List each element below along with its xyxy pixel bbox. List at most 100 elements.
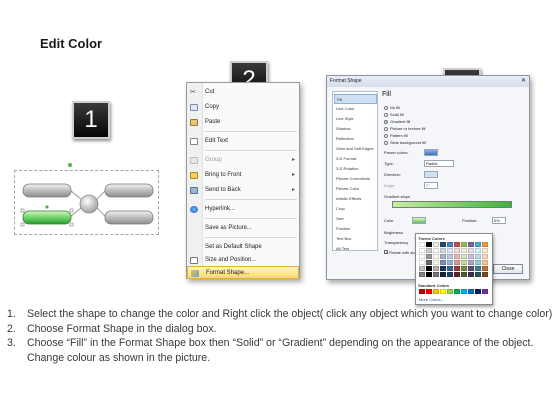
selection-handle-dot[interactable] — [68, 163, 72, 167]
category-alt-text[interactable]: Alt Text — [334, 244, 377, 254]
category-shadow[interactable]: Shadow — [334, 124, 377, 134]
option-no-fill[interactable]: No fill — [384, 105, 400, 111]
color-swatch[interactable] — [433, 266, 439, 271]
category-fill[interactable]: Fill — [334, 94, 377, 104]
menu-item-format-shape[interactable]: Format Shape... — [187, 266, 299, 279]
color-swatch[interactable] — [475, 272, 481, 277]
color-swatch[interactable] — [475, 289, 481, 294]
color-swatch[interactable] — [426, 289, 432, 294]
color-swatch[interactable] — [475, 254, 481, 259]
direction-dropdown[interactable] — [424, 171, 438, 178]
color-swatch[interactable] — [468, 272, 474, 277]
angle-field[interactable]: 0° — [424, 182, 438, 189]
color-swatch[interactable] — [426, 266, 432, 271]
color-swatch[interactable] — [461, 289, 467, 294]
option-gradient-fill[interactable]: Gradient fill — [384, 119, 410, 125]
color-swatch[interactable] — [482, 242, 488, 247]
category-size[interactable]: Size — [334, 214, 377, 224]
color-swatch[interactable] — [461, 254, 467, 259]
color-swatch[interactable] — [461, 248, 467, 253]
color-swatch[interactable] — [440, 254, 446, 259]
color-swatch[interactable] — [475, 242, 481, 247]
color-swatch[interactable] — [433, 242, 439, 247]
category-crop[interactable]: Crop — [334, 204, 377, 214]
category-reflection[interactable]: Reflection — [334, 134, 377, 144]
color-swatch[interactable] — [461, 266, 467, 271]
menu-item-cut[interactable]: ✂ Cut — [187, 86, 299, 99]
color-swatch[interactable] — [426, 254, 432, 259]
category-3d-format[interactable]: 3-D Format — [334, 154, 377, 164]
category-3d-rotation[interactable]: 3-D Rotation — [334, 164, 377, 174]
color-swatch[interactable] — [482, 266, 488, 271]
color-swatch[interactable] — [454, 242, 460, 247]
color-swatch[interactable] — [468, 248, 474, 253]
preset-colors-dropdown[interactable] — [424, 149, 438, 156]
color-swatch[interactable] — [461, 242, 467, 247]
color-swatch[interactable] — [426, 248, 432, 253]
color-swatch[interactable] — [447, 260, 453, 265]
color-swatch[interactable] — [447, 248, 453, 253]
color-swatch[interactable] — [433, 260, 439, 265]
menu-item-group[interactable]: Group ▸ — [187, 154, 299, 167]
category-line-color[interactable]: Line Color — [334, 104, 377, 114]
color-swatch[interactable] — [426, 242, 432, 247]
color-swatch[interactable] — [454, 254, 460, 259]
close-button[interactable]: Close — [493, 264, 523, 274]
type-select[interactable]: Radial — [424, 160, 454, 167]
category-glow[interactable]: Glow and Soft Edges — [334, 144, 377, 154]
color-swatch[interactable] — [482, 272, 488, 277]
color-swatch[interactable] — [468, 242, 474, 247]
menu-item-bring-to-front[interactable]: Bring to Front ▸ — [187, 169, 299, 182]
color-swatch[interactable] — [433, 248, 439, 253]
menu-item-edit-text[interactable]: Edit Text — [187, 135, 299, 148]
menu-item-paste[interactable]: Paste — [187, 116, 299, 129]
color-swatch[interactable] — [440, 242, 446, 247]
color-swatch[interactable] — [433, 254, 439, 259]
shape-diagram[interactable] — [14, 170, 159, 235]
color-swatch[interactable] — [447, 242, 453, 247]
option-pattern-fill[interactable]: Pattern fill — [384, 133, 408, 139]
close-icon[interactable]: ✕ — [521, 76, 526, 87]
color-swatch[interactable] — [454, 272, 460, 277]
color-swatch[interactable] — [461, 272, 467, 277]
color-swatch[interactable] — [454, 248, 460, 253]
color-swatch[interactable] — [440, 248, 446, 253]
color-swatch[interactable] — [433, 289, 439, 294]
position-field[interactable]: 0% — [492, 217, 506, 224]
category-picture-color[interactable]: Picture Color — [334, 184, 377, 194]
color-swatch[interactable] — [426, 260, 432, 265]
color-swatch[interactable] — [482, 248, 488, 253]
menu-item-set-default-shape[interactable]: Set as Default Shape — [187, 241, 299, 254]
option-slide-background-fill[interactable]: Slide background fill — [384, 140, 426, 146]
menu-item-copy[interactable]: Copy — [187, 101, 299, 114]
menu-item-hyperlink[interactable]: Hyperlink... — [187, 203, 299, 216]
color-swatch[interactable] — [419, 289, 425, 294]
color-swatch[interactable] — [468, 266, 474, 271]
menu-item-save-as-picture[interactable]: Save as Picture... — [187, 222, 299, 235]
category-line-style[interactable]: Line Style — [334, 114, 377, 124]
color-swatch[interactable] — [440, 289, 446, 294]
menu-item-send-to-back[interactable]: Send to Back ▸ — [187, 184, 299, 197]
color-swatch[interactable] — [440, 266, 446, 271]
color-swatch[interactable] — [447, 266, 453, 271]
color-swatch[interactable] — [475, 266, 481, 271]
color-swatch[interactable] — [475, 248, 481, 253]
color-swatch[interactable] — [475, 260, 481, 265]
color-swatch[interactable] — [440, 260, 446, 265]
color-swatch[interactable] — [440, 272, 446, 277]
category-text-box[interactable]: Text Box — [334, 234, 377, 244]
color-swatch[interactable] — [447, 272, 453, 277]
color-swatch[interactable] — [482, 260, 488, 265]
color-swatch[interactable] — [447, 254, 453, 259]
color-swatch[interactable] — [482, 254, 488, 259]
color-picker-button[interactable] — [412, 217, 426, 224]
color-swatch[interactable] — [468, 254, 474, 259]
color-swatch[interactable] — [454, 289, 460, 294]
color-swatch[interactable] — [419, 242, 425, 247]
color-swatch[interactable] — [468, 289, 474, 294]
color-swatch[interactable] — [454, 266, 460, 271]
color-swatch[interactable] — [468, 260, 474, 265]
category-position[interactable]: Position — [334, 224, 377, 234]
color-swatch[interactable] — [461, 260, 467, 265]
color-swatch[interactable] — [419, 254, 425, 259]
